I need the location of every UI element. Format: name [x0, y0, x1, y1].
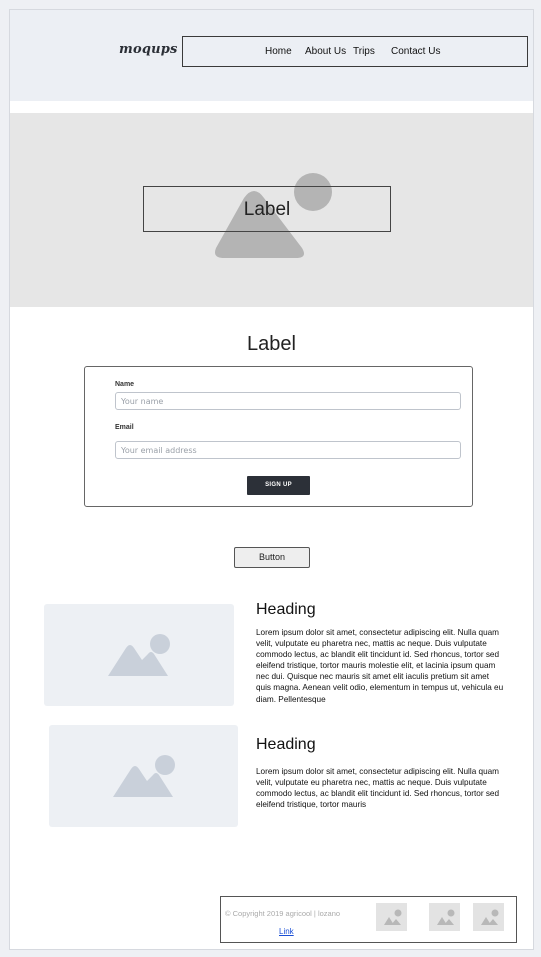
- nav-trips[interactable]: Trips: [353, 46, 375, 57]
- signup-form: Name Your name Email Your email address …: [84, 366, 473, 507]
- hero-banner: Label: [10, 113, 533, 307]
- name-input[interactable]: Your name: [115, 392, 461, 410]
- nav-about-us[interactable]: About Us: [305, 46, 346, 57]
- nav-bar: Home About Us Trips Contact Us: [182, 36, 528, 67]
- footer-thumbnail-3: [473, 903, 504, 931]
- card-text-1: Lorem ipsum dolor sit amet, consectetur …: [256, 628, 504, 704]
- card-image-1: [44, 604, 234, 706]
- header: moqups Home About Us Trips Contact Us: [10, 10, 533, 101]
- copyright-text: © Copyright 2019 agricool | lozano: [225, 909, 341, 918]
- email-label: Email: [115, 424, 134, 431]
- image-placeholder-icon: [113, 755, 175, 797]
- page: moqups Home About Us Trips Contact Us La…: [9, 9, 534, 950]
- image-placeholder-icon: [108, 634, 170, 676]
- card-heading-1: Heading: [256, 601, 316, 618]
- hero-label: Label: [243, 199, 291, 220]
- footer-link[interactable]: Link: [279, 927, 294, 936]
- logo[interactable]: moqups: [119, 42, 178, 57]
- footer-thumbnail-1: [376, 903, 407, 931]
- nav-home[interactable]: Home: [265, 46, 292, 57]
- card-heading-2: Heading: [256, 736, 316, 753]
- card-image-2: [49, 725, 238, 827]
- form-title: Label: [247, 333, 296, 355]
- image-placeholder-icon: [481, 909, 499, 925]
- footer: © Copyright 2019 agricool | lozano Link: [220, 896, 517, 943]
- name-label: Name: [115, 381, 135, 388]
- footer-thumbnail-2: [429, 903, 460, 931]
- generic-button[interactable]: Button: [234, 547, 310, 568]
- image-placeholder-icon: [384, 909, 402, 925]
- sign-up-button[interactable]: SIGN UP: [247, 476, 310, 495]
- card-text-2: Lorem ipsum dolor sit amet, consectetur …: [256, 767, 500, 810]
- image-placeholder-icon: [437, 909, 455, 925]
- email-input[interactable]: Your email address: [115, 441, 461, 459]
- nav-contact-us[interactable]: Contact Us: [391, 46, 440, 57]
